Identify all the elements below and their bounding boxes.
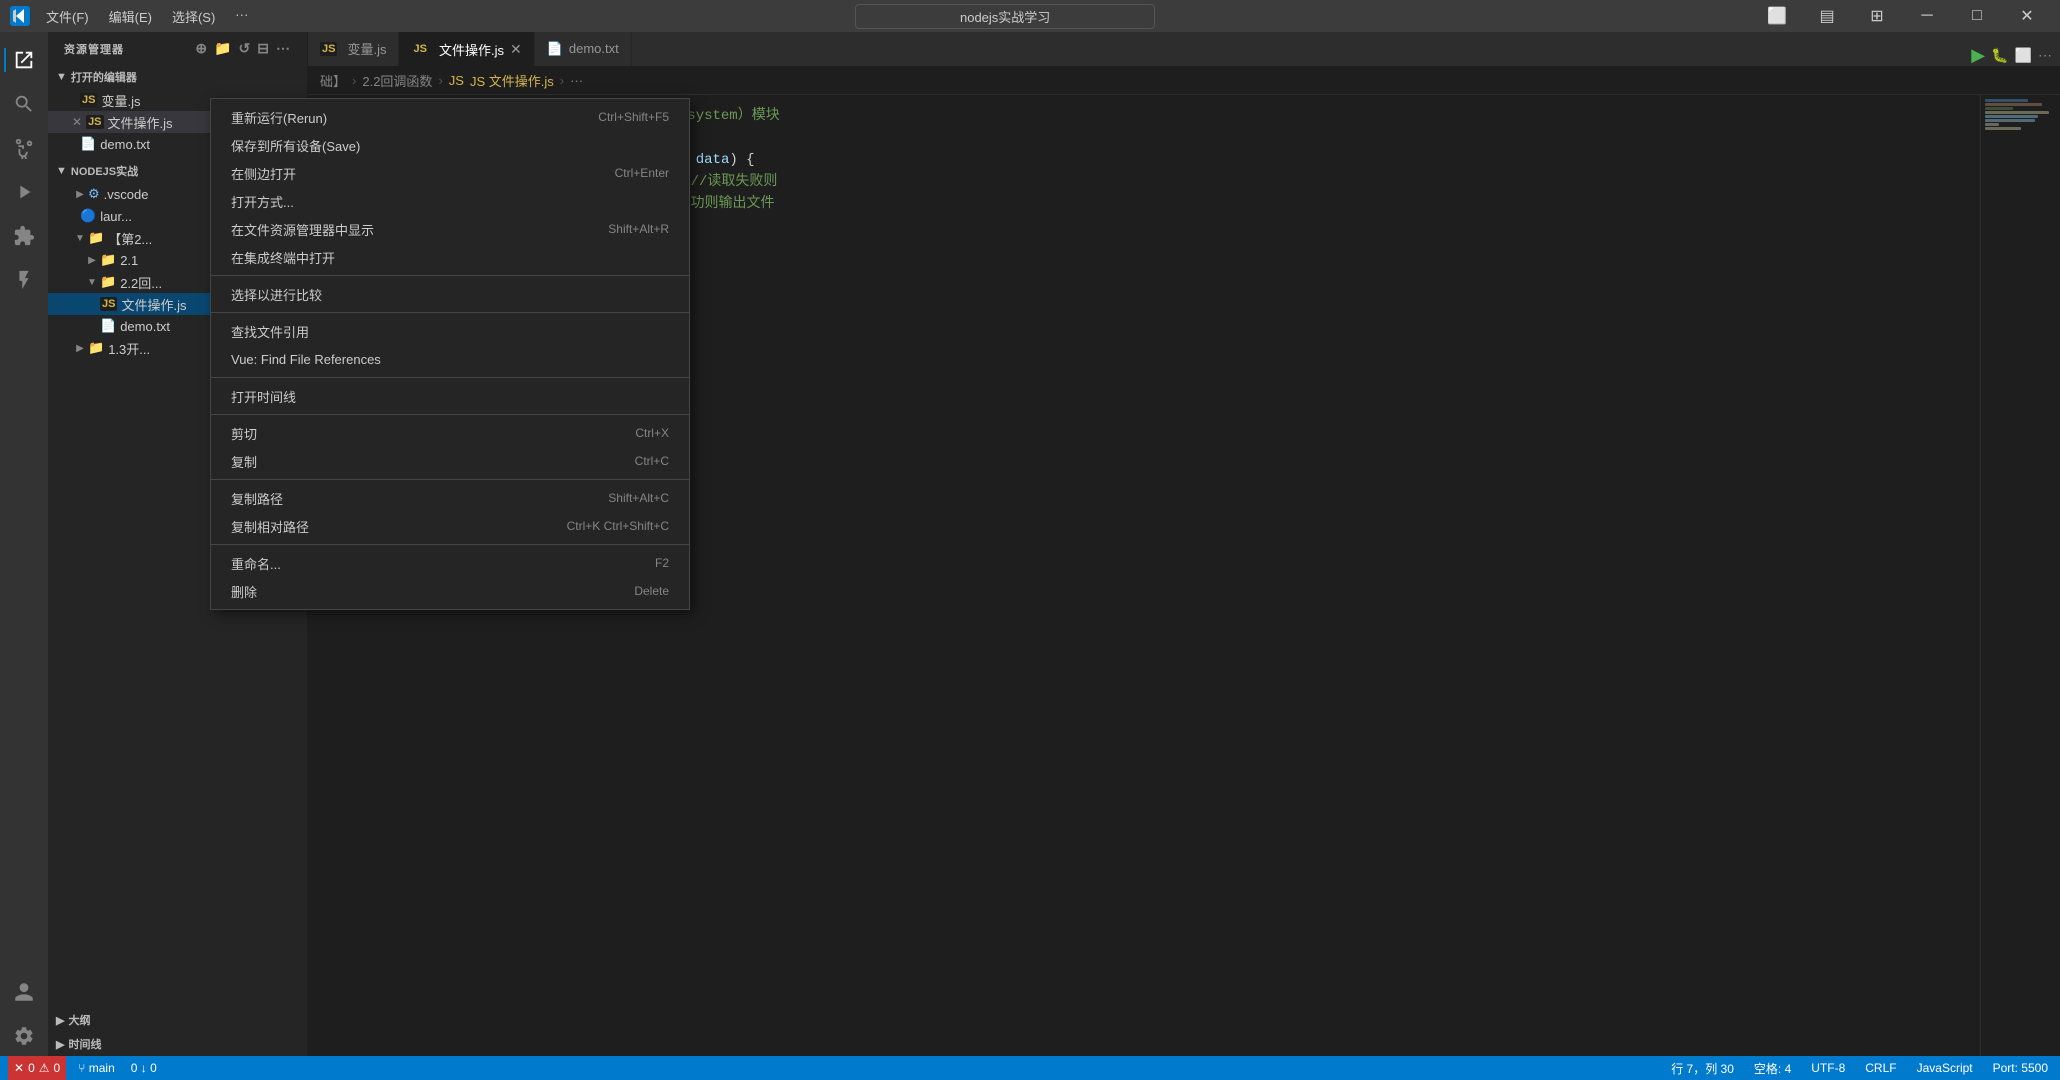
menu-compare-label: 选择以进行比较 [231,285,669,304]
menu-open-terminal-label: 在集成终端中打开 [231,248,669,267]
menu-vue-refs[interactable]: Vue: Find File References [211,345,689,373]
menu-timeline[interactable]: 打开时间线 [211,382,689,410]
menu-open-with[interactable]: 打开方式... [211,187,689,215]
menu-copy-rel-path[interactable]: 复制相对路径 Ctrl+K Ctrl+Shift+C [211,512,689,540]
menu-open-side-shortcut: Ctrl+Enter [615,166,669,180]
menu-delete-label: 删除 [231,582,634,601]
menu-find-refs[interactable]: 查找文件引用 [211,317,689,345]
menu-sep-2 [211,312,689,313]
menu-open-side[interactable]: 在侧边打开 Ctrl+Enter [211,159,689,187]
menu-copy-path-shortcut: Shift+Alt+C [608,491,669,505]
menu-sep-3 [211,377,689,378]
menu-rerun[interactable]: 重新运行(Rerun) Ctrl+Shift+F5 [211,103,689,131]
menu-rename-label: 重命名... [231,554,655,573]
menu-rerun-label: 重新运行(Rerun) [231,108,598,127]
menu-cut-label: 剪切 [231,424,635,443]
menu-open-side-label: 在侧边打开 [231,164,615,183]
menu-cut-shortcut: Ctrl+X [635,426,669,440]
menu-copy-rel-path-shortcut: Ctrl+K Ctrl+Shift+C [567,519,669,533]
menu-delete[interactable]: 删除 Delete [211,577,689,605]
menu-copy-rel-path-label: 复制相对路径 [231,517,567,536]
menu-copy[interactable]: 复制 Ctrl+C [211,447,689,475]
menu-save-all[interactable]: 保存到所有设备(Save) [211,131,689,159]
menu-vue-refs-label: Vue: Find File References [231,352,669,367]
menu-show-in-explorer[interactable]: 在文件资源管理器中显示 Shift+Alt+R [211,215,689,243]
menu-sep-5 [211,479,689,480]
menu-copy-path-label: 复制路径 [231,489,608,508]
menu-timeline-label: 打开时间线 [231,387,669,406]
menu-show-in-explorer-shortcut: Shift+Alt+R [608,222,669,236]
menu-rerun-shortcut: Ctrl+Shift+F5 [598,110,669,124]
menu-save-all-label: 保存到所有设备(Save) [231,136,669,155]
menu-delete-shortcut: Delete [634,584,669,598]
menu-cut[interactable]: 剪切 Ctrl+X [211,419,689,447]
context-menu: 重新运行(Rerun) Ctrl+Shift+F5 保存到所有设备(Save) … [210,98,690,610]
menu-copy-label: 复制 [231,452,635,471]
menu-rename-shortcut: F2 [655,556,669,570]
menu-open-with-label: 打开方式... [231,192,669,211]
menu-open-terminal[interactable]: 在集成终端中打开 [211,243,689,271]
menu-copy-path[interactable]: 复制路径 Shift+Alt+C [211,484,689,512]
context-menu-overlay[interactable]: 重新运行(Rerun) Ctrl+Shift+F5 保存到所有设备(Save) … [0,0,2060,1080]
menu-copy-shortcut: Ctrl+C [635,454,669,468]
menu-sep-4 [211,414,689,415]
menu-sep-1 [211,275,689,276]
menu-sep-6 [211,544,689,545]
menu-show-in-explorer-label: 在文件资源管理器中显示 [231,220,608,239]
menu-rename[interactable]: 重命名... F2 [211,549,689,577]
menu-find-refs-label: 查找文件引用 [231,322,669,341]
menu-compare[interactable]: 选择以进行比较 [211,280,689,308]
